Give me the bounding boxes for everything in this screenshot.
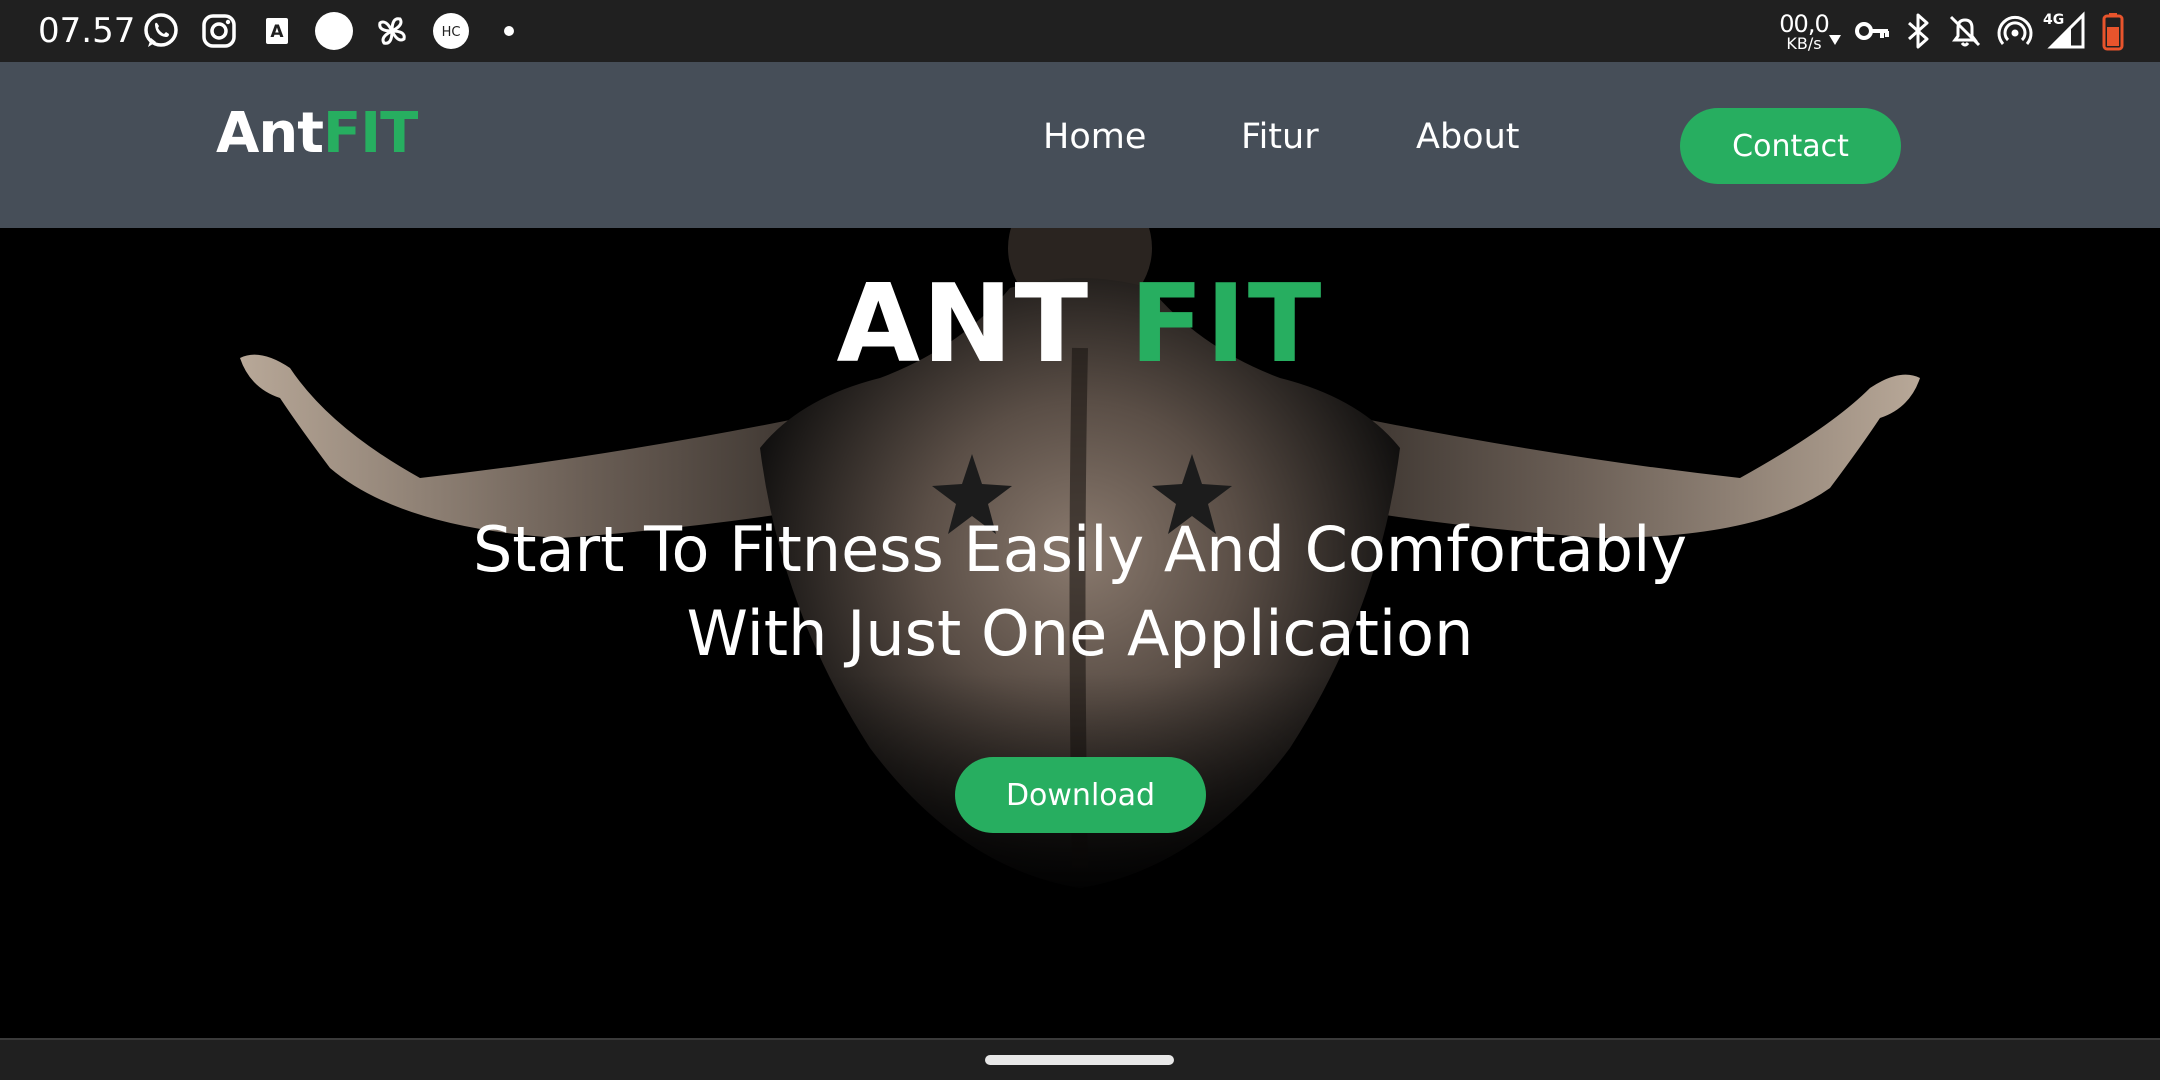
logo-text-ant: Ant bbox=[216, 101, 324, 166]
more-dot-icon bbox=[489, 11, 529, 51]
download-button[interactable]: Download bbox=[955, 757, 1206, 833]
status-time: 07.57 bbox=[38, 11, 136, 51]
status-bar: 07.57 A HC 00,0 KB/s 4G bbox=[0, 0, 2160, 62]
download-arrow-icon bbox=[1828, 32, 1842, 46]
hotspot-icon bbox=[1995, 11, 2035, 51]
a-notification-label: A bbox=[270, 22, 284, 42]
vpn-key-icon bbox=[1852, 11, 1892, 51]
pinwheel-icon bbox=[372, 11, 412, 51]
net-speed-indicator: 00,0 KB/s bbox=[1772, 12, 1836, 56]
site-navbar: AntFIT Home Fitur About Contact bbox=[0, 62, 2160, 228]
battery-icon bbox=[2093, 11, 2133, 51]
hero-title-fit: FIT bbox=[1129, 262, 1324, 387]
nav-link-fitur[interactable]: Fitur bbox=[1241, 120, 1319, 155]
signal-icon bbox=[2047, 11, 2087, 51]
phone-screen: 07.57 A HC 00,0 KB/s 4G AntFIT Home Fitu… bbox=[0, 0, 2160, 1080]
net-speed-unit: KB/s bbox=[1786, 34, 1822, 53]
hero-title: ANT FIT bbox=[0, 265, 2160, 385]
bluetooth-icon bbox=[1898, 11, 1938, 51]
hero-subtitle-line-1: Start To Fitness Easily And Comfortably bbox=[472, 513, 1688, 586]
notifications-off-icon bbox=[1945, 11, 1985, 51]
hero-section: ANT FIT Start To Fitness Easily And Comf… bbox=[0, 228, 2160, 1038]
a-notification-icon: A bbox=[257, 11, 297, 51]
hc-app-label: HC bbox=[442, 25, 461, 40]
circle-notification-icon bbox=[314, 11, 354, 51]
instagram-icon bbox=[199, 11, 239, 51]
hc-app-icon: HC bbox=[431, 11, 471, 51]
hero-subtitle: Start To Fitness Easily And Comfortably … bbox=[380, 508, 1780, 676]
hero-title-ant: ANT bbox=[836, 262, 1091, 387]
net-speed-value: 00,0 bbox=[1779, 10, 1829, 38]
hero-subtitle-line-2: With Just One Application bbox=[686, 597, 1474, 670]
logo-text-fit: FIT bbox=[322, 101, 418, 166]
nav-link-about[interactable]: About bbox=[1416, 120, 1519, 155]
home-gesture-handle[interactable] bbox=[985, 1055, 1174, 1065]
nav-link-home[interactable]: Home bbox=[1043, 120, 1146, 155]
contact-button[interactable]: Contact bbox=[1680, 108, 1901, 184]
site-logo[interactable]: AntFIT bbox=[216, 106, 418, 162]
navigation-gesture-bar bbox=[0, 1038, 2160, 1080]
whatsapp-icon bbox=[141, 11, 181, 51]
